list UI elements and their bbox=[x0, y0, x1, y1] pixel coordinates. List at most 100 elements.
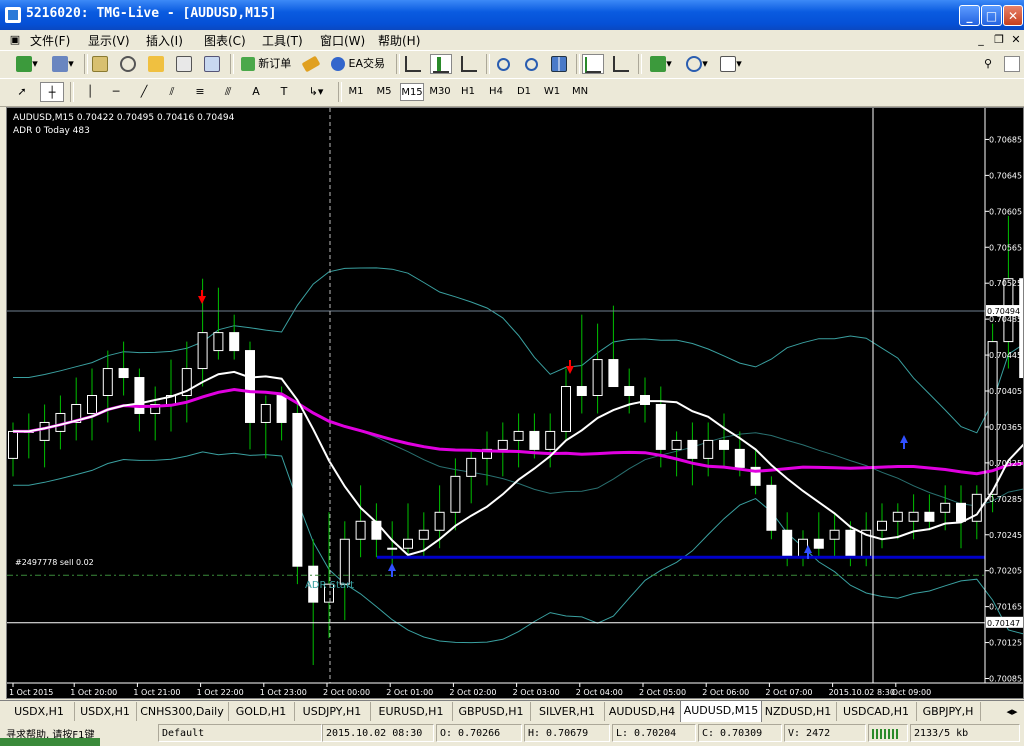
search-icon[interactable]: ⚲ bbox=[980, 54, 996, 74]
symbol-tab[interactable]: GBPJPY,H bbox=[916, 702, 981, 721]
cursor-tool[interactable]: ➚ bbox=[12, 82, 32, 102]
price-tick-label: 0.70485 bbox=[989, 315, 1022, 324]
crosshair-tool[interactable]: ┼ bbox=[40, 82, 64, 102]
crosshair-price-label: 0.70147 bbox=[987, 619, 1020, 628]
equidistant-channel-tool[interactable]: ⫽ bbox=[162, 82, 182, 102]
candlestick-button[interactable] bbox=[430, 54, 452, 74]
symbol-tab[interactable]: NZDUSD,H1 bbox=[760, 702, 837, 721]
menu-file[interactable]: 文件(F) bbox=[30, 32, 70, 49]
horizontal-line-tool[interactable]: ─ bbox=[106, 82, 126, 102]
symbol-tab[interactable]: GBPUSD,H1 bbox=[452, 702, 531, 721]
new-chart-button[interactable]: ▾ bbox=[12, 54, 42, 74]
indicators-button[interactable]: ▾ bbox=[646, 54, 676, 74]
crosshair-move-icon bbox=[120, 56, 136, 72]
symbol-tab[interactable]: AUDUSD,M15 bbox=[680, 701, 762, 723]
timeframe-d1[interactable]: D1 bbox=[512, 83, 536, 101]
price-chart[interactable]: 0.704940.70147 0.706850.706450.706050.70… bbox=[7, 108, 1023, 698]
tile-windows-button[interactable] bbox=[548, 54, 570, 74]
cursor-icon: ➚ bbox=[17, 85, 27, 98]
timeframe-m15[interactable]: M15 bbox=[400, 83, 424, 101]
symbol-tabs: USDX,H1 USDX,H1 CNHS300,Daily GOLD,H1 USDJPY… bbox=[0, 700, 1024, 723]
periods-button[interactable]: ▾ bbox=[682, 54, 712, 74]
star-folder-icon bbox=[148, 56, 164, 72]
tester-button[interactable] bbox=[202, 54, 222, 74]
candle-body bbox=[355, 520, 366, 540]
menu-view[interactable]: 显示(V) bbox=[88, 32, 130, 49]
favorites-button[interactable] bbox=[146, 54, 166, 74]
buy-signal-arrow-icon bbox=[900, 435, 908, 449]
symbol-tab[interactable]: GOLD,H1 bbox=[228, 702, 295, 721]
new-order-button[interactable]: 新订单 bbox=[236, 54, 296, 74]
timeframe-w1[interactable]: W1 bbox=[540, 83, 564, 101]
minimize-button[interactable]: _ bbox=[959, 5, 980, 26]
candle-body bbox=[687, 439, 698, 459]
candle-body bbox=[102, 368, 113, 396]
mdi-minimize-icon[interactable]: _ bbox=[972, 32, 990, 47]
symbol-tab[interactable]: SILVER,H1 bbox=[530, 702, 605, 721]
terminal-button[interactable] bbox=[174, 54, 194, 74]
bar-chart-button[interactable] bbox=[402, 54, 424, 74]
menu-window[interactable]: 窗口(W) bbox=[320, 32, 365, 49]
auto-scroll-icon bbox=[585, 57, 601, 73]
menu-help[interactable]: 帮助(H) bbox=[378, 32, 420, 49]
metaeditor-button[interactable] bbox=[300, 54, 322, 74]
fibonacci-icon: ≡ bbox=[195, 85, 205, 98]
chart-window[interactable]: 0.70494 0.70147 0.70685 0.70645 0.70605 0.70… bbox=[6, 107, 1024, 699]
zoom-in-button[interactable] bbox=[492, 54, 514, 74]
candle-body bbox=[39, 421, 50, 441]
timeframe-h4[interactable]: H4 bbox=[484, 83, 508, 101]
ea-trading-button[interactable]: EA交易 bbox=[328, 54, 388, 74]
mdi-restore-icon[interactable]: ❐ bbox=[990, 32, 1008, 47]
horizontal-line-icon: ─ bbox=[112, 85, 120, 98]
candle-body bbox=[782, 529, 793, 558]
symbol-tab[interactable]: USDX,H1 bbox=[74, 702, 137, 721]
chart-window-icon[interactable]: ▣ bbox=[6, 32, 24, 47]
candle-body bbox=[703, 439, 714, 459]
chart-shift-button[interactable] bbox=[610, 54, 632, 74]
candle-body bbox=[734, 448, 745, 468]
arrows-tool[interactable]: ↳▾ bbox=[302, 82, 330, 102]
symbol-tab[interactable]: USDX,H1 bbox=[4, 702, 75, 721]
navigator-button[interactable] bbox=[118, 54, 138, 74]
timeframe-mn[interactable]: MN bbox=[568, 83, 592, 101]
fibonacci-tool[interactable]: ≡ bbox=[190, 82, 210, 102]
pencil-icon bbox=[301, 55, 321, 73]
line-chart-button[interactable] bbox=[458, 54, 480, 74]
symbol-tab[interactable]: AUDUSD,H4 bbox=[604, 702, 681, 721]
auto-scroll-button[interactable] bbox=[582, 54, 604, 74]
timeframe-h1[interactable]: H1 bbox=[456, 83, 480, 101]
clock-icon bbox=[686, 56, 703, 72]
gann-tool[interactable]: ⫻ bbox=[218, 82, 238, 102]
ea-trading-label: EA交易 bbox=[348, 57, 385, 70]
symbol-tab[interactable]: CNHS300,Daily bbox=[136, 702, 229, 721]
menu-charts[interactable]: 图表(C) bbox=[204, 32, 246, 49]
timeframe-m30[interactable]: M30 bbox=[428, 83, 452, 101]
text-label-tool[interactable]: T bbox=[274, 82, 294, 102]
symbol-tab[interactable]: USDCAD,H1 bbox=[836, 702, 917, 721]
timeframe-m5[interactable]: M5 bbox=[372, 83, 396, 101]
symbol-tab[interactable]: USDJPY,H1 bbox=[294, 702, 371, 721]
profiles-button[interactable]: ▾ bbox=[48, 54, 78, 74]
vertical-line-tool[interactable]: │ bbox=[80, 82, 100, 102]
taskbar-start-fragment[interactable] bbox=[0, 738, 100, 746]
close-button[interactable]: ✕ bbox=[1003, 5, 1023, 26]
menu-tools[interactable]: 工具(T) bbox=[262, 32, 303, 49]
text-tool[interactable]: A bbox=[246, 82, 266, 102]
templates-button[interactable]: ▾ bbox=[716, 54, 746, 74]
mdi-close-icon[interactable]: ✕ bbox=[1007, 32, 1024, 47]
candle-body bbox=[118, 368, 129, 379]
timeframe-m1[interactable]: M1 bbox=[345, 83, 367, 101]
menu-insert[interactable]: 插入(I) bbox=[146, 32, 183, 49]
symbol-tab[interactable]: EURUSD,H1 bbox=[370, 702, 453, 721]
trendline-tool[interactable]: ╱ bbox=[134, 82, 154, 102]
trendline-icon: ╱ bbox=[140, 85, 148, 98]
search-options-button[interactable] bbox=[1004, 56, 1020, 72]
zoom-out-button[interactable] bbox=[520, 54, 542, 74]
tab-scroll-arrows-icon[interactable]: ◂▸ bbox=[1000, 702, 1024, 721]
market-watch-button[interactable] bbox=[90, 54, 110, 74]
tile-windows-icon bbox=[551, 56, 567, 72]
title-bar[interactable]: 5216020: TMG-Live - [AUDUSD,M15] _ □ ✕ bbox=[0, 0, 1024, 30]
maximize-button[interactable]: □ bbox=[981, 5, 1002, 26]
candle-body bbox=[403, 538, 413, 549]
price-tick-label: 0.70645 bbox=[989, 171, 1022, 180]
